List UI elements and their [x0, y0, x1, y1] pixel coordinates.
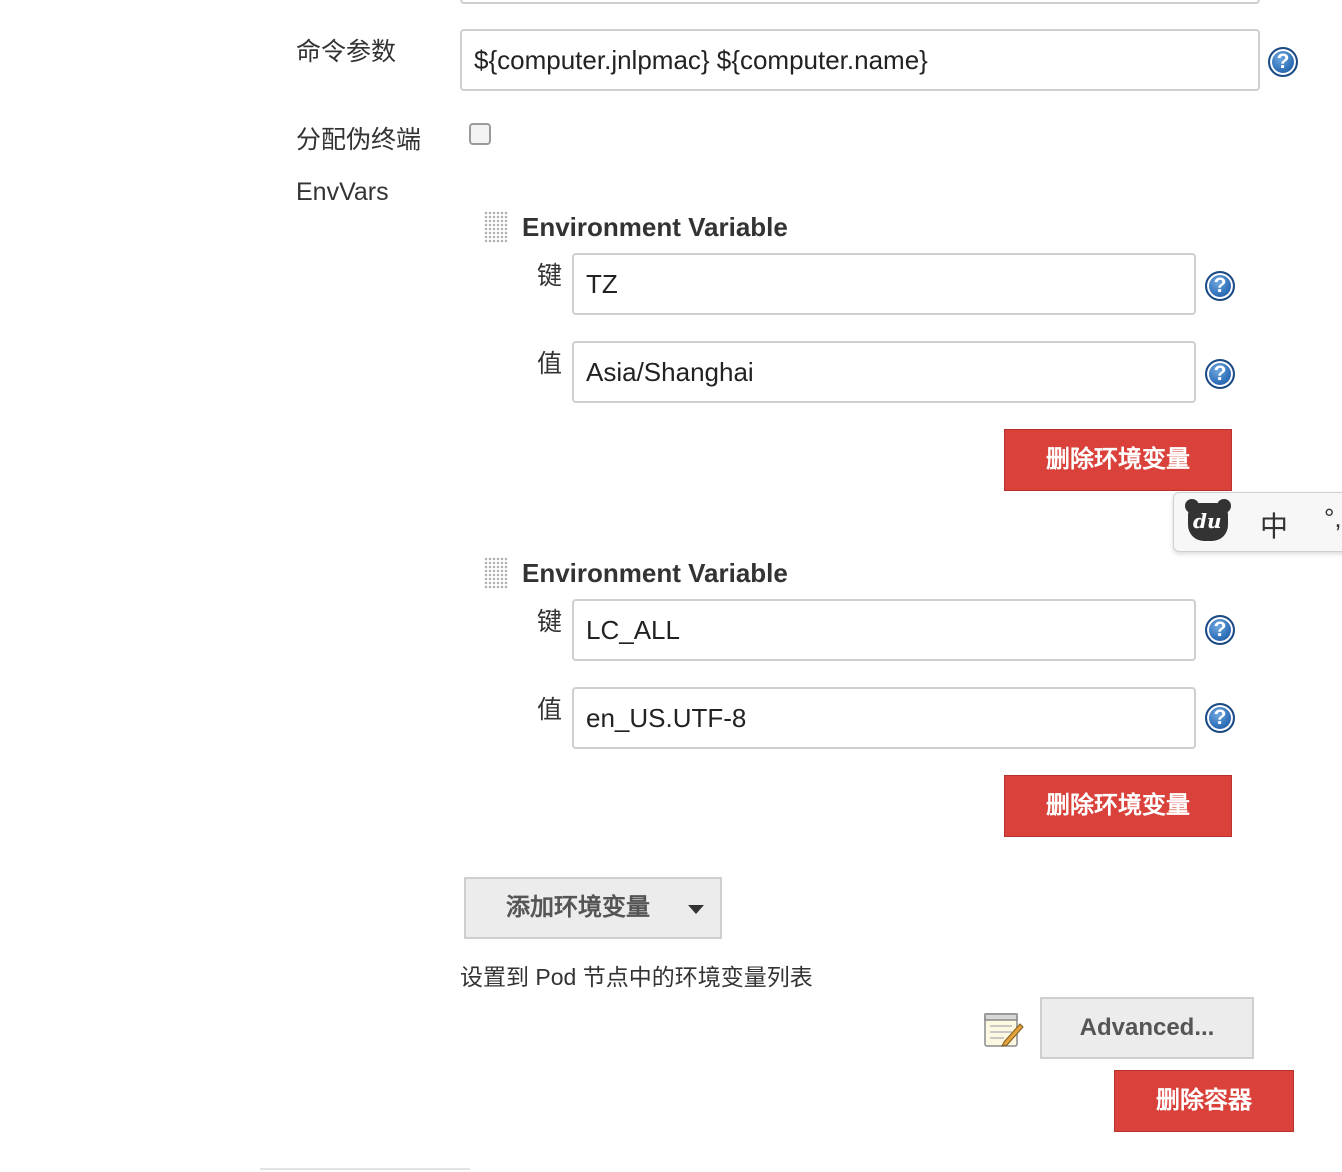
- ime-logo-text: du: [1193, 509, 1222, 533]
- env-var-title: Environment Variable: [522, 212, 788, 242]
- env-var-title: Environment Variable: [522, 558, 788, 588]
- delete-env-var-button[interactable]: 删除环境变量: [1004, 775, 1232, 837]
- delete-container-button[interactable]: 删除容器: [1114, 1070, 1294, 1132]
- env-value-input[interactable]: [572, 687, 1196, 749]
- env-key-input[interactable]: [572, 599, 1196, 661]
- envvars-description: 设置到 Pod 节点中的环境变量列表: [460, 964, 813, 990]
- add-env-var-button[interactable]: 添加环境变量: [464, 877, 722, 939]
- drag-handle-icon[interactable]: [484, 211, 508, 243]
- delete-env-var-button[interactable]: 删除环境变量: [1004, 429, 1232, 491]
- help-icon[interactable]: ?: [1268, 47, 1298, 77]
- help-icon[interactable]: ?: [1205, 703, 1235, 733]
- help-icon[interactable]: ?: [1205, 615, 1235, 645]
- ime-punct-toggle[interactable]: °,: [1324, 503, 1342, 534]
- add-env-var-label: 添加环境变量: [506, 894, 650, 921]
- env-value-label: 值: [537, 350, 563, 378]
- ime-logo-icon[interactable]: du: [1185, 499, 1231, 541]
- env-key-label: 键: [537, 262, 563, 290]
- advanced-button[interactable]: Advanced...: [1040, 997, 1254, 1059]
- envvars-label: EnvVars: [296, 178, 389, 206]
- caret-down-icon: [688, 905, 704, 914]
- divider: [260, 1168, 470, 1170]
- help-icon[interactable]: ?: [1205, 271, 1235, 301]
- env-value-input[interactable]: [572, 341, 1196, 403]
- previous-input-edge: [460, 0, 1260, 4]
- ime-mode-toggle[interactable]: 中: [1260, 505, 1288, 545]
- drag-handle-icon[interactable]: [484, 557, 508, 589]
- command-args-input[interactable]: [460, 29, 1260, 91]
- command-args-label: 命令参数: [296, 38, 397, 66]
- ime-toolbar[interactable]: du 中 °,: [1173, 492, 1342, 552]
- env-key-input[interactable]: [572, 253, 1196, 315]
- env-key-label: 键: [537, 608, 563, 636]
- alloc-tty-label: 分配伪终端: [296, 126, 422, 154]
- alloc-tty-checkbox[interactable]: [469, 123, 491, 145]
- help-icon[interactable]: ?: [1205, 359, 1235, 389]
- env-value-label: 值: [537, 696, 563, 724]
- notepad-icon: [982, 1008, 1024, 1050]
